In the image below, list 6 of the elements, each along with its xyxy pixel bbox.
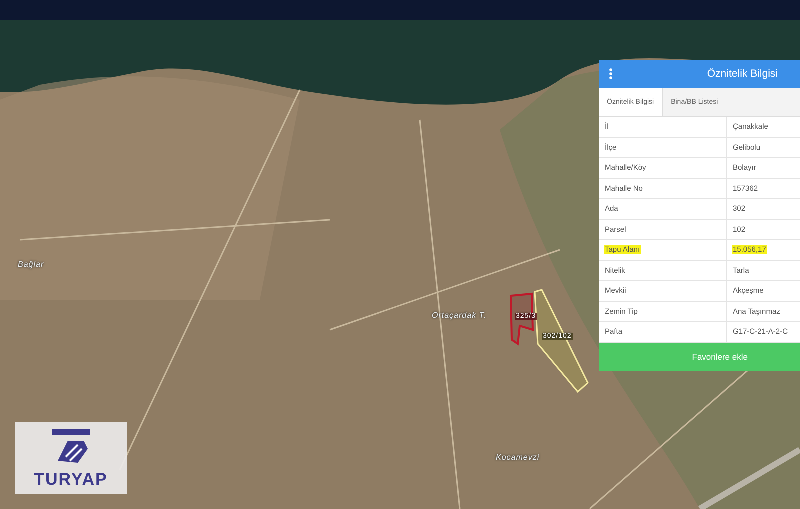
place-label: Ortaçardak T. — [432, 311, 487, 320]
panel-title: Öznitelik Bilgisi — [706, 68, 779, 80]
place-label: Kocamevzi — [496, 453, 540, 462]
logo-text: TURYAP — [34, 470, 108, 490]
menu-icon[interactable] — [609, 68, 613, 80]
place-label: Bağlar — [18, 260, 44, 269]
